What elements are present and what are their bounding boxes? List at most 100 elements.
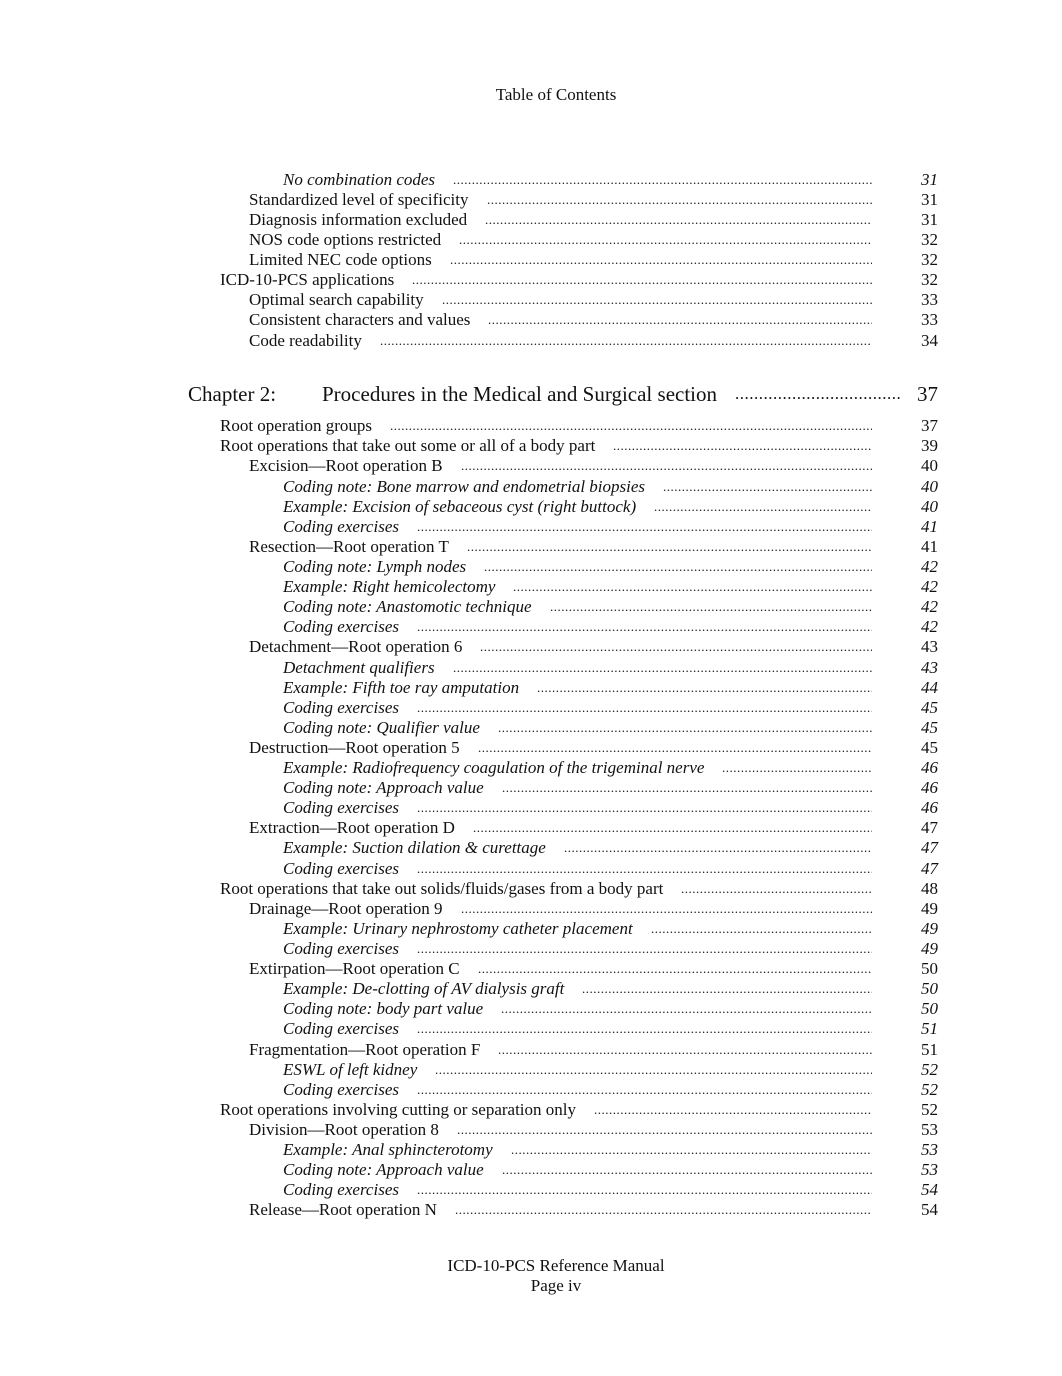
toc-entry[interactable]: Excision—Root operation B 40.............…: [0, 456, 1062, 476]
toc-entry[interactable]: Fragmentation—Root operation F 51........…: [0, 1040, 1062, 1060]
toc-entry-page: 45: [921, 718, 938, 737]
dot-leader: ........................................…: [502, 1162, 872, 1177]
toc-entry[interactable]: Coding exercises 42......................…: [0, 617, 1062, 637]
toc-entry-page: 42: [921, 577, 938, 596]
dot-leader: ........................................…: [417, 619, 872, 634]
toc-entry[interactable]: Coding note: Approach value 53...........…: [0, 1160, 1062, 1180]
toc-entry-title: Division—Root operation 8: [249, 1120, 439, 1139]
toc-entry[interactable]: Extirpation—Root operation C 50..........…: [0, 959, 1062, 979]
toc-entry-title: Destruction—Root operation 5: [249, 738, 460, 757]
toc-entry-page: 32: [921, 250, 938, 269]
toc-entry[interactable]: NOS code options restricted 32...........…: [0, 230, 1062, 250]
toc-entry[interactable]: Example: De-clotting of AV dialysis graf…: [0, 979, 1062, 999]
toc-entry-title: Coding exercises: [283, 1080, 399, 1099]
toc-entry[interactable]: Coding note: Anastomotic technique 42....…: [0, 597, 1062, 617]
toc-entry[interactable]: Example: Urinary nephrostomy catheter pl…: [0, 919, 1062, 939]
toc-entry[interactable]: Coding exercises 54......................…: [0, 1180, 1062, 1200]
dot-leader: ........................................…: [537, 680, 872, 695]
toc-entry[interactable]: Coding note: Bone marrow and endometrial…: [0, 477, 1062, 497]
dot-leader: ........................................…: [467, 539, 872, 554]
toc-entry[interactable]: Example: Fifth toe ray amputation 44.....…: [0, 678, 1062, 698]
toc-entry[interactable]: Example: Suction dilation & curettage 47.…: [0, 838, 1062, 858]
toc-entry[interactable]: Example: Right hemicolectomy 42..........…: [0, 577, 1062, 597]
toc-entry-page: 50: [921, 979, 938, 998]
toc-entry[interactable]: Coding exercises 47......................…: [0, 859, 1062, 879]
toc-entry[interactable]: Diagnosis information excluded 31........…: [0, 210, 1062, 230]
toc-entry[interactable]: Consistent characters and values 33......…: [0, 310, 1062, 330]
toc-entry[interactable]: Drainage—Root operation 9 49.............…: [0, 899, 1062, 919]
toc-entry-title: Root operation groups: [220, 416, 373, 435]
toc-entry[interactable]: Coding exercises 45......................…: [0, 698, 1062, 718]
toc-entry[interactable]: Coding note: Lymph nodes 42..............…: [0, 557, 1062, 577]
toc-entry[interactable]: Coding exercises 41......................…: [0, 517, 1062, 537]
toc-entry-page: 52: [921, 1080, 938, 1099]
toc-chapter-entry[interactable]: Chapter 2: Procedures in the Medical and …: [0, 381, 1062, 407]
toc-entry[interactable]: Root operations that take out some or al…: [0, 436, 1062, 456]
toc-entry-page: 43: [921, 658, 938, 677]
toc-entry-title: Fragmentation—Root operation F: [249, 1040, 481, 1059]
toc-entry-title: ICD-10-PCS applications: [220, 270, 395, 289]
dot-leader: ........................................…: [442, 292, 872, 307]
toc-entry[interactable]: ESWL of left kidney 52...................…: [0, 1060, 1062, 1080]
toc-entry[interactable]: No combination codes 31..................…: [0, 170, 1062, 190]
toc-entry-page: 50: [921, 959, 938, 978]
toc-entry[interactable]: Coding exercises 51......................…: [0, 1019, 1062, 1039]
dot-leader: ........................................…: [513, 579, 872, 594]
dot-leader: ........................................…: [498, 720, 872, 735]
toc-entry[interactable]: Extraction—Root operation D 47...........…: [0, 818, 1062, 838]
toc-entry-page: 54: [921, 1200, 938, 1219]
dot-leader: ........................................…: [455, 1202, 872, 1217]
toc-entry[interactable]: Root operations involving cutting or sep…: [0, 1100, 1062, 1120]
toc-entry[interactable]: Release—Root operation N 54..............…: [0, 1200, 1062, 1220]
toc-entry[interactable]: Detachment qualifiers 43.................…: [0, 658, 1062, 678]
dot-leader: ........................................…: [485, 212, 872, 227]
toc-entry[interactable]: Coding note: body part value 50..........…: [0, 999, 1062, 1019]
toc-entry[interactable]: Detachment—Root operation 6 43...........…: [0, 637, 1062, 657]
dot-leader: ........................................…: [417, 1182, 872, 1197]
toc-entry[interactable]: Limited NEC code options 32..............…: [0, 250, 1062, 270]
dot-leader: ........................................…: [473, 820, 872, 835]
dot-leader: ........................................…: [459, 232, 872, 247]
toc-entry-title: Extirpation—Root operation C: [249, 959, 460, 978]
toc-entry[interactable]: Destruction—Root operation 5 45..........…: [0, 738, 1062, 758]
dot-leader: ........................................…: [435, 1062, 872, 1077]
toc-entry[interactable]: Example: Excision of sebaceous cyst (rig…: [0, 497, 1062, 517]
toc-entry[interactable]: Root operations that take out solids/flu…: [0, 879, 1062, 899]
toc-entry[interactable]: Optimal search capability 33.............…: [0, 290, 1062, 310]
dot-leader: ........................................…: [380, 333, 872, 348]
dot-leader: ........................................…: [487, 192, 872, 207]
toc-entry-title: Example: Radiofrequency coagulation of t…: [283, 758, 705, 777]
toc-entry-title: Example: Fifth toe ray amputation: [283, 678, 520, 697]
toc-entry[interactable]: Example: Anal sphincterotomy 53..........…: [0, 1140, 1062, 1160]
dot-leader: ........................................…: [412, 272, 872, 287]
toc-entry-title: Coding note: Lymph nodes: [283, 557, 467, 576]
dot-leader: ........................................…: [417, 1082, 872, 1097]
dot-leader: ........................................…: [453, 660, 872, 675]
dot-leader: ........................................…: [582, 981, 872, 996]
toc-entry[interactable]: Example: Radiofrequency coagulation of t…: [0, 758, 1062, 778]
toc-entry-title: Example: Right hemicolectomy: [283, 577, 496, 596]
toc-entry-title: Diagnosis information excluded: [249, 210, 468, 229]
toc-entry[interactable]: Standardized level of specificity 31.....…: [0, 190, 1062, 210]
toc-entry[interactable]: Code readability 34......................…: [0, 331, 1062, 351]
dot-leader: ........................................…: [417, 519, 872, 534]
dot-leader: ........................................…: [663, 479, 872, 494]
toc-entry-title: Example: Excision of sebaceous cyst (rig…: [283, 497, 637, 516]
toc-entry-page: 34: [921, 331, 938, 350]
footer-manual-title: ICD-10-PCS Reference Manual: [447, 1256, 665, 1275]
toc-entry-page: 40: [921, 497, 938, 516]
dot-leader: ........................................…: [511, 1142, 872, 1157]
toc-entry-page: 49: [921, 919, 938, 938]
toc-entry[interactable]: Division—Root operation 8 53.............…: [0, 1120, 1062, 1140]
toc-entry[interactable]: Coding exercises 46......................…: [0, 798, 1062, 818]
toc-entry[interactable]: Coding note: Qualifier value 45..........…: [0, 718, 1062, 738]
toc-entry-page: 49: [921, 899, 938, 918]
toc-entry[interactable]: Coding note: Approach value 46...........…: [0, 778, 1062, 798]
toc-entry-title: Consistent characters and values: [249, 310, 471, 329]
toc-entry[interactable]: ICD-10-PCS applications 32...............…: [0, 270, 1062, 290]
dot-leader: ........................................…: [594, 1102, 872, 1117]
toc-entry[interactable]: Coding exercises 49......................…: [0, 939, 1062, 959]
toc-entry[interactable]: Coding exercises 52......................…: [0, 1080, 1062, 1100]
toc-entry[interactable]: Root operation groups 37.................…: [0, 416, 1062, 436]
toc-entry[interactable]: Resection—Root operation T 41............…: [0, 537, 1062, 557]
